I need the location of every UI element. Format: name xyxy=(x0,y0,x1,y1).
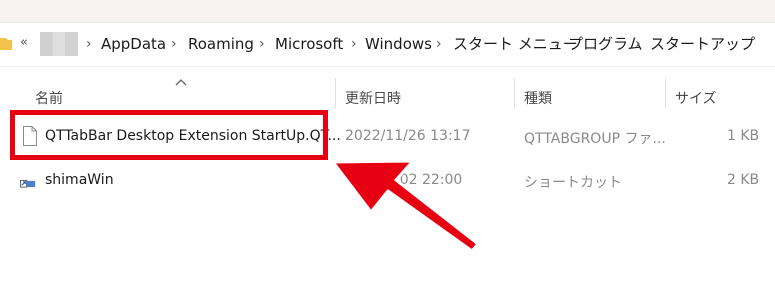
breadcrumb-separator[interactable]: › xyxy=(351,35,357,53)
title-bar xyxy=(0,0,775,23)
breadcrumb-item-programs[interactable]: プログラム xyxy=(568,35,643,53)
file-row[interactable]: shimaWin /02 22:00 ショートカット 2 KB xyxy=(0,162,775,200)
file-name[interactable]: shimaWin xyxy=(45,172,114,188)
breadcrumb-separator[interactable]: › xyxy=(171,35,177,53)
column-header-type[interactable]: 種類 xyxy=(524,88,552,108)
column-divider[interactable] xyxy=(335,78,336,108)
file-size: 1 KB xyxy=(727,128,760,144)
folder-icon xyxy=(0,38,12,50)
breadcrumb-separator[interactable]: › xyxy=(554,35,560,53)
file-date: /02 22:00 xyxy=(395,172,463,188)
breadcrumb-item-startup[interactable]: スタートアップ xyxy=(650,35,755,53)
blurred-username xyxy=(40,32,78,56)
file-type: ショートカット xyxy=(524,175,622,191)
breadcrumb-item-roaming[interactable]: Roaming xyxy=(188,35,254,53)
column-divider[interactable] xyxy=(665,78,666,108)
highlight-box xyxy=(10,110,328,160)
breadcrumb-item-windows[interactable]: Windows xyxy=(365,35,432,53)
column-header-size[interactable]: サイズ xyxy=(675,88,717,108)
breadcrumb-item-appdata[interactable]: AppData xyxy=(101,35,166,53)
shortcut-icon xyxy=(20,180,36,188)
address-bar[interactable]: « › AppData › Roaming › Microsoft › Wind… xyxy=(0,23,775,67)
breadcrumb-separator[interactable]: › xyxy=(635,35,641,53)
breadcrumb-separator[interactable]: › xyxy=(259,35,265,53)
column-header-name[interactable]: 名前 xyxy=(35,88,63,108)
sort-ascending-icon xyxy=(175,79,187,86)
file-date: 2022/11/26 13:17 xyxy=(345,128,471,144)
breadcrumb-separator[interactable]: › xyxy=(86,35,92,53)
column-divider[interactable] xyxy=(514,78,515,108)
breadcrumb-item-microsoft[interactable]: Microsoft xyxy=(275,35,343,53)
file-size: 2 KB xyxy=(727,172,760,188)
breadcrumb-collapse[interactable]: « xyxy=(20,35,28,50)
file-type: QTTABGROUP ファ... xyxy=(524,131,666,147)
column-header-date[interactable]: 更新日時 xyxy=(345,88,401,108)
breadcrumb-separator[interactable]: › xyxy=(436,35,442,53)
